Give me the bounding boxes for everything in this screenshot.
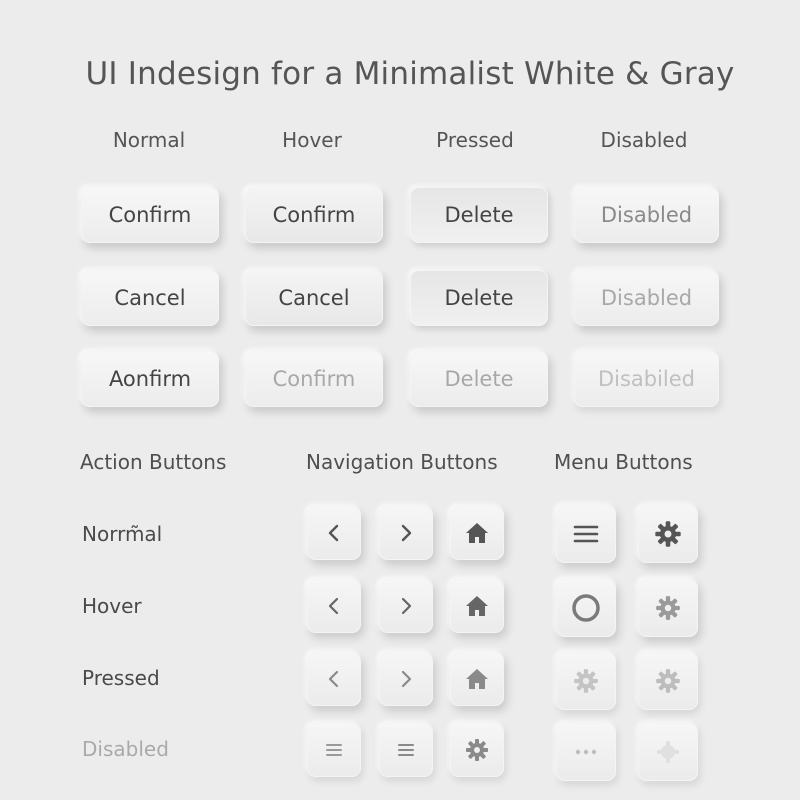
row-label-disabled: Disabled — [82, 737, 169, 761]
action-buttons-heading: Action Buttons — [80, 450, 227, 474]
confirm-button-faded[interactable]: Confirm — [245, 351, 383, 407]
home-icon — [466, 523, 488, 543]
gear-icon — [656, 669, 680, 693]
chevron-left-icon — [328, 524, 339, 542]
row-label-hover: Hover — [82, 594, 142, 618]
page-title: UI Indesign for a Minimalist White & Gra… — [85, 56, 735, 92]
chevron-right-icon — [401, 597, 412, 615]
row-label-pressed: Pressed — [82, 666, 160, 690]
disabled-button-ghost: Disabiled — [574, 351, 719, 407]
chevron-left-icon — [328, 597, 339, 615]
circle-icon — [572, 594, 600, 622]
forward-button[interactable] — [379, 579, 433, 633]
forward-button[interactable] — [379, 506, 433, 560]
delete-button-pressed[interactable]: Delete — [410, 187, 548, 243]
gear-icon — [655, 521, 681, 547]
settings-button-disabled — [638, 723, 698, 781]
gear-icon — [466, 739, 488, 761]
home-button[interactable] — [450, 652, 504, 706]
more-icon — [575, 749, 597, 755]
cancel-button-hover[interactable]: Cancel — [245, 270, 383, 326]
chevron-left-icon — [328, 670, 339, 688]
gear-icon — [657, 741, 679, 763]
more-button-disabled — [556, 723, 616, 781]
confirm-button-normal[interactable]: Confirm — [81, 187, 219, 243]
settings-button-pressed[interactable] — [638, 652, 698, 710]
back-button[interactable] — [307, 506, 361, 560]
menu-icon — [398, 744, 414, 756]
aonfirm-button-normal[interactable]: Aonfirm — [81, 351, 219, 407]
menu-button-disabled — [379, 723, 433, 777]
menu-icon — [573, 525, 599, 543]
delete-button-faded[interactable]: Delete — [410, 351, 548, 407]
disabled-button: Disabled — [574, 270, 719, 326]
back-button[interactable] — [307, 652, 361, 706]
header-disabled: Disabled — [600, 128, 688, 152]
home-icon — [466, 596, 488, 616]
settings-button[interactable] — [638, 505, 698, 563]
forward-button[interactable] — [379, 652, 433, 706]
delete-button-pressed[interactable]: Delete — [410, 270, 548, 326]
header-pressed: Pressed — [436, 128, 514, 152]
disabled-button: Disabled — [574, 187, 719, 243]
row-label-normal: Norrm̃al — [82, 522, 163, 546]
header-hover: Hover — [282, 128, 342, 152]
settings-button-disabled — [450, 723, 504, 777]
confirm-button-hover[interactable]: Confirm — [245, 187, 383, 243]
home-button[interactable] — [450, 506, 504, 560]
home-icon — [466, 669, 488, 689]
gear-icon — [574, 669, 598, 693]
chevron-right-icon — [401, 670, 412, 688]
settings-button-pressed[interactable] — [556, 652, 616, 710]
menu-button-disabled — [307, 723, 361, 777]
back-button[interactable] — [307, 579, 361, 633]
menu-button[interactable] — [556, 505, 616, 563]
circle-button[interactable] — [556, 579, 616, 637]
gear-icon — [656, 596, 680, 620]
home-button[interactable] — [450, 579, 504, 633]
header-normal: Normal — [112, 128, 186, 152]
chevron-right-icon — [401, 524, 412, 542]
menu-buttons-heading: Menu Buttons — [554, 450, 693, 474]
cancel-button-normal[interactable]: Cancel — [81, 270, 219, 326]
settings-button[interactable] — [638, 579, 698, 637]
navigation-buttons-heading: Navigation Buttons — [306, 450, 498, 474]
menu-icon — [326, 744, 342, 756]
